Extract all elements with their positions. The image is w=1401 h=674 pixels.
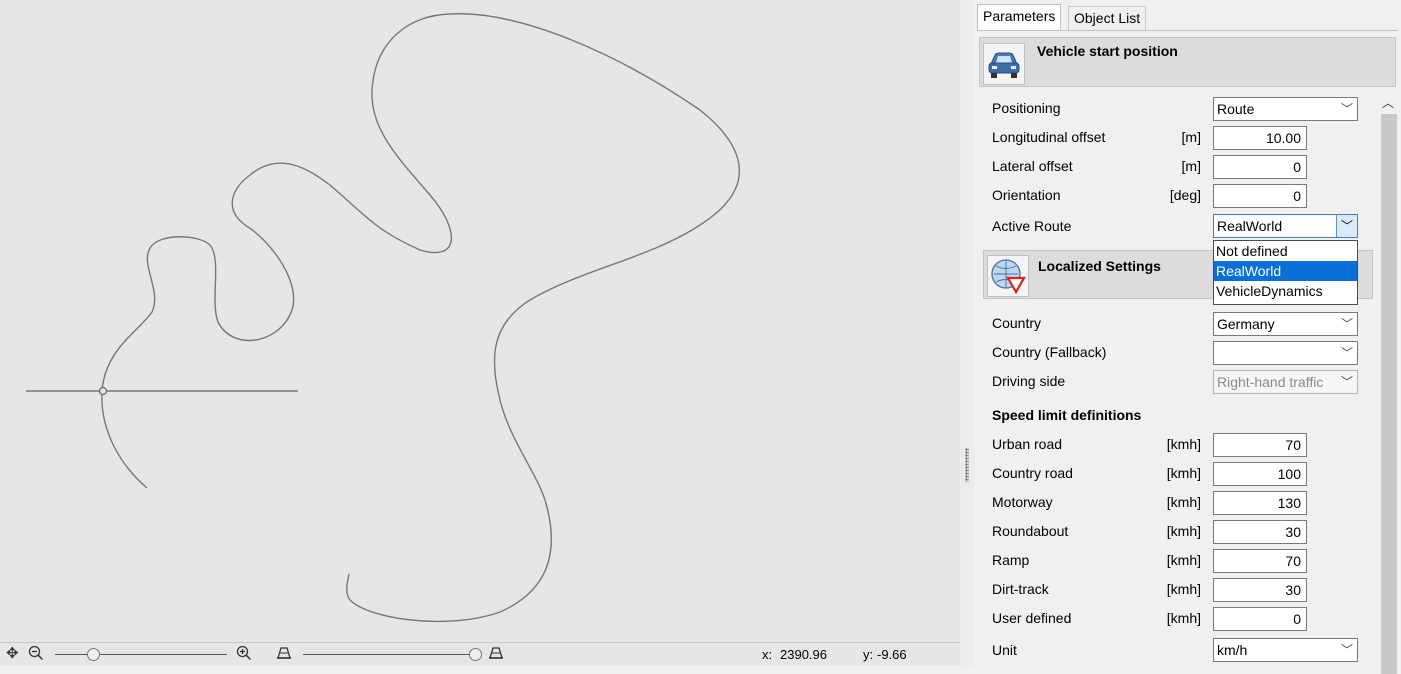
road-curve[interactable] (101, 13, 741, 623)
positioning-select[interactable]: Route ﹀ (1213, 97, 1358, 121)
perspective-low-icon[interactable] (276, 645, 292, 666)
localized-section-title: Localized Settings (1038, 258, 1161, 274)
country-fallback-label: Country (Fallback) (992, 344, 1107, 360)
panel-splitter[interactable] (960, 0, 974, 666)
zoom-slider-track[interactable] (55, 654, 227, 655)
lateral-offset-unit: [m] (1181, 158, 1201, 174)
perspective-slider-track[interactable] (303, 654, 475, 655)
junction-node[interactable] (98, 386, 108, 396)
speed-limit-input[interactable]: 0 (1213, 607, 1307, 631)
speed-limit-label: Ramp (992, 552, 1030, 568)
country-label: Country (992, 315, 1042, 331)
vehicle-section-header: Vehicle start position (979, 37, 1396, 87)
map-canvas[interactable]: ✥ x: 2390.96 y: -9.66 (0, 0, 960, 666)
speed-limit-input[interactable]: 70 (1213, 549, 1307, 573)
scrollbar-thumb[interactable] (1381, 114, 1397, 674)
pan-icon[interactable]: ✥ (6, 645, 19, 663)
chevron-down-icon[interactable]: ﹀ (1336, 215, 1357, 237)
speed-limit-label: Dirt-track (992, 581, 1049, 597)
tab-object-list[interactable]: Object List (1068, 6, 1147, 30)
y-coordinate-value: -9.66 (877, 647, 907, 662)
zoom-in-icon[interactable] (236, 645, 252, 666)
zoom-out-icon[interactable] (28, 645, 44, 666)
active-route-value: RealWorld (1217, 218, 1283, 234)
active-route-combobox[interactable]: RealWorld ﹀ (1213, 214, 1358, 238)
active-route-dropdown-list[interactable]: Not defined RealWorld VehicleDynamics (1213, 240, 1358, 305)
speed-limit-label: Motorway (992, 494, 1053, 510)
unit-select[interactable]: km/h ﹀ (1213, 638, 1358, 662)
chevron-down-icon: ﹀ (1340, 346, 1353, 360)
chevron-down-icon: ﹀ (1340, 102, 1353, 116)
unit-value: km/h (1217, 642, 1248, 658)
orientation-input[interactable]: 0 (1213, 184, 1307, 208)
speed-limit-label: Roundabout (992, 523, 1069, 539)
perspective-high-icon[interactable] (488, 645, 504, 666)
car-icon (983, 43, 1025, 85)
driving-side-select: Right-hand traffic ﹀ (1213, 370, 1358, 394)
speed-limit-input[interactable]: 30 (1213, 520, 1307, 544)
active-route-label: Active Route (992, 218, 1072, 234)
canvas-toolbar: ✥ x: 2390.96 y: -9.66 (0, 642, 960, 666)
chevron-down-icon: ﹀ (1340, 643, 1353, 657)
driving-side-value: Right-hand traffic (1217, 374, 1324, 390)
country-value: Germany (1217, 316, 1275, 332)
orientation-label: Orientation (992, 187, 1061, 203)
orientation-unit: [deg] (1169, 187, 1201, 203)
positioning-value: Route (1217, 101, 1255, 117)
tab-parameters[interactable]: Parameters (977, 4, 1062, 31)
speed-limit-unit: [kmh] (1166, 610, 1201, 626)
road-network-view[interactable] (0, 0, 960, 642)
splitter-grip-icon[interactable] (965, 448, 969, 482)
lateral-offset-label: Lateral offset (992, 158, 1073, 174)
country-fallback-select[interactable]: ﹀ (1213, 341, 1358, 365)
speed-limit-unit: [kmh] (1166, 552, 1201, 568)
speed-limit-unit: [kmh] (1166, 523, 1201, 539)
speed-limit-label: User defined (992, 610, 1072, 626)
unit-label: Unit (992, 642, 1017, 658)
positioning-label: Positioning (992, 100, 1061, 116)
route-option-not-defined[interactable]: Not defined (1214, 241, 1357, 261)
longitudinal-offset-input[interactable]: 10.00 (1213, 126, 1307, 150)
driving-side-label: Driving side (992, 373, 1066, 389)
route-option-realworld[interactable]: RealWorld (1214, 261, 1357, 281)
perspective-slider-handle[interactable] (469, 648, 482, 661)
speed-limit-unit: [kmh] (1166, 465, 1201, 481)
speed-limit-input[interactable]: 130 (1213, 491, 1307, 515)
lateral-offset-input[interactable]: 0 (1213, 155, 1307, 179)
properties-panel: Parameters Object List Vehicle start pos… (974, 0, 1401, 674)
speed-limit-input[interactable]: 100 (1213, 462, 1307, 486)
longitudinal-offset-label: Longitudinal offset (992, 129, 1106, 145)
speed-limit-label: Country road (992, 465, 1073, 481)
panel-scrollbar[interactable]: ︿ (1379, 94, 1397, 674)
speed-limit-label: Urban road (992, 436, 1063, 452)
scroll-up-icon[interactable]: ︿ (1379, 94, 1397, 112)
longitudinal-offset-unit: [m] (1181, 129, 1201, 145)
speed-limit-unit: [kmh] (1166, 436, 1201, 452)
speed-limit-input[interactable]: 70 (1213, 433, 1307, 457)
x-coordinate-value: 2390.96 (780, 647, 827, 662)
chevron-down-icon: ﹀ (1338, 371, 1353, 393)
speed-limit-unit: [kmh] (1166, 494, 1201, 510)
vehicle-section-title: Vehicle start position (1037, 43, 1178, 59)
speed-limit-heading: Speed limit definitions (992, 407, 1142, 423)
parameters-pane: Vehicle start position Positioning Route… (977, 30, 1398, 674)
speed-limit-unit: [kmh] (1166, 581, 1201, 597)
y-coordinate-label: y: (863, 647, 874, 662)
route-option-vehicledynamics[interactable]: VehicleDynamics (1214, 281, 1357, 301)
globe-sign-icon (987, 255, 1029, 297)
zoom-slider-handle[interactable] (87, 648, 100, 661)
x-coordinate-label: x: (762, 647, 773, 662)
country-select[interactable]: Germany ﹀ (1213, 312, 1358, 336)
chevron-down-icon: ﹀ (1340, 317, 1353, 331)
speed-limit-input[interactable]: 30 (1213, 578, 1307, 602)
